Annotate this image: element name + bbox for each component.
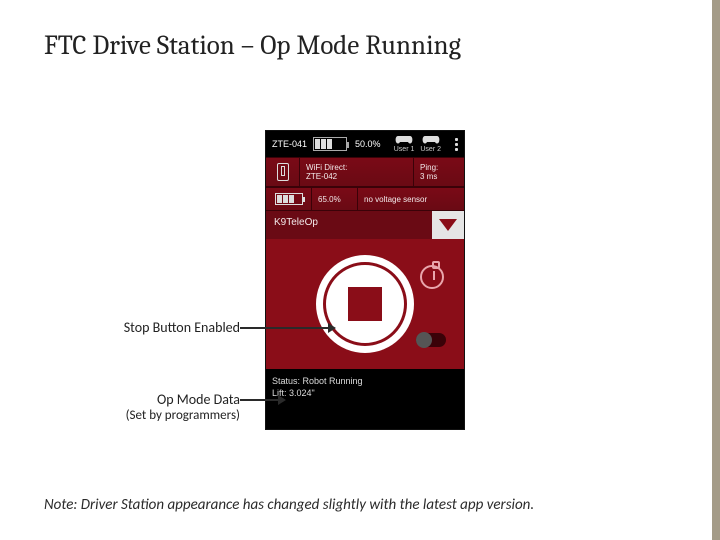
telemetry-lift: Lift: 3.024" (272, 387, 458, 399)
run-controls-area (266, 239, 464, 369)
gamepad1-label: User 1 (394, 146, 415, 153)
callout-stop-label: Stop Button Enabled (124, 319, 240, 336)
gamepad2-label: User 2 (420, 146, 441, 153)
opmode-dropdown-button[interactable] (432, 211, 464, 239)
wifi-direct-label: WiFi Direct: (306, 163, 347, 172)
opmode-name[interactable]: K9TeleOp (266, 211, 432, 239)
timer-icon[interactable] (420, 265, 444, 289)
phone-mock: ZTE-041 50.0% User 1 User 2 (265, 130, 465, 430)
wifi-direct-cell: WiFi Direct: ZTE-042 (300, 158, 414, 186)
telemetry-panel: Status: Robot Running Lift: 3.024" (266, 369, 464, 429)
footnote: Note: Driver Station appearance has chan… (44, 496, 676, 514)
device-name: ZTE-041 (272, 139, 307, 149)
gamepad-status: User 1 User 2 (394, 135, 441, 153)
robot-battery-row: 65.0% no voltage sensor (266, 187, 464, 211)
ds-battery-icon (313, 137, 347, 151)
arrow-to-telemetry (240, 399, 280, 401)
ping-cell: Ping: 3 ms (414, 158, 464, 186)
stop-button[interactable] (316, 255, 414, 353)
wifi-direct-value: ZTE-042 (306, 172, 347, 181)
callout-opmode-sub: (Set by programmers) (100, 408, 240, 423)
stop-icon (348, 287, 382, 321)
connection-row: WiFi Direct: ZTE-042 Ping: 3 ms (266, 157, 464, 187)
ping-label: Ping: (420, 163, 438, 172)
menu-kebab-icon[interactable] (455, 138, 458, 151)
slide-title: FTC Drive Station – Op Mode Running (44, 30, 676, 61)
gamepad1-icon: User 1 (394, 135, 415, 153)
callout-opmode: Op Mode Data (Set by programmers) (100, 391, 240, 423)
phone-icon (277, 163, 289, 181)
slide-container: FTC Drive Station – Op Mode Running ZTE-… (0, 0, 720, 540)
voltage-sensor-cell: no voltage sensor (358, 188, 464, 210)
callout-opmode-label: Op Mode Data (100, 391, 240, 408)
rc-battery-icon (275, 193, 303, 205)
rc-battery-pct: 65.0% (312, 188, 358, 210)
gamepad2-icon: User 2 (420, 135, 441, 153)
driver-station-screen: ZTE-041 50.0% User 1 User 2 (265, 130, 465, 430)
opmode-selector-row: K9TeleOp (266, 211, 464, 239)
callout-stop: Stop Button Enabled (100, 319, 240, 336)
timer-toggle[interactable] (416, 333, 446, 347)
telemetry-status: Status: Robot Running (272, 375, 458, 387)
arrow-to-stop (240, 327, 330, 329)
slide-right-edge (712, 0, 720, 540)
ds-header-row: ZTE-041 50.0% User 1 User 2 (266, 131, 464, 157)
chevron-down-icon (439, 219, 457, 231)
ds-battery-pct: 50.0% (355, 139, 381, 149)
ping-value: 3 ms (420, 172, 438, 181)
